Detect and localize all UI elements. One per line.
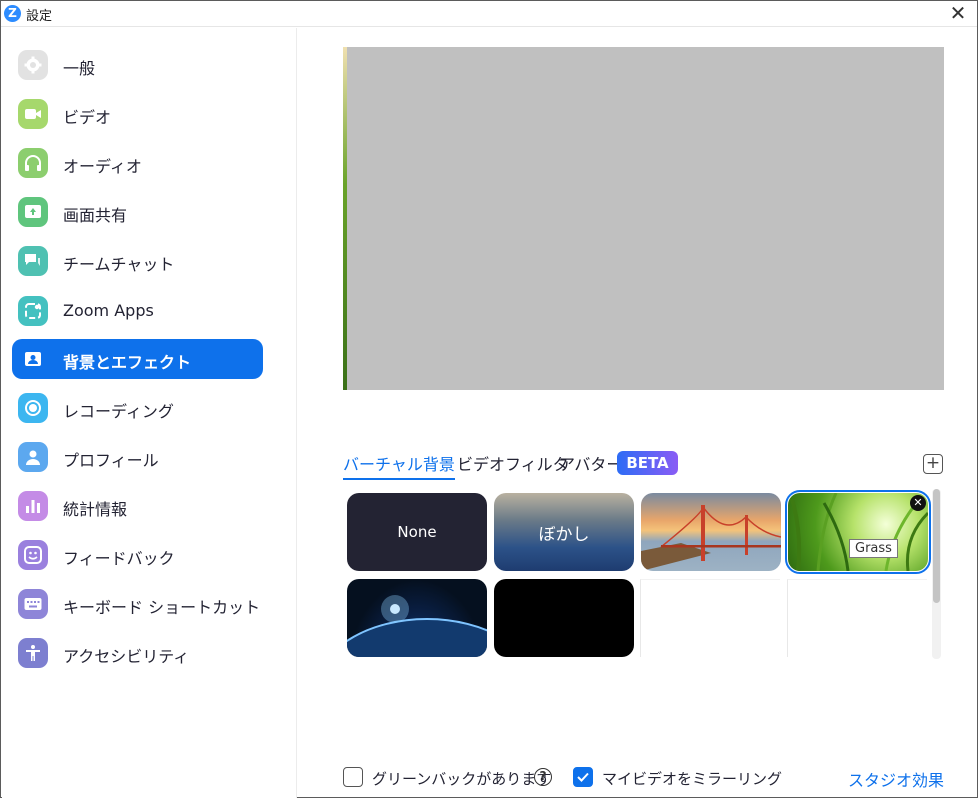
mirror-video-label: マイビデオをミラーリング (602, 770, 783, 788)
green-screen-label: グリーンバックがあります (372, 770, 552, 788)
tab-video-filter[interactable]: ビデオフィルタ (457, 451, 569, 475)
sidebar-item-label: 一般 (63, 59, 96, 78)
thumbnail-label: None (397, 523, 437, 541)
settings-window: Z 設定 ✕ 一般 ビデオ オーディオ 画面共有 チームチャット Zoom Ap… (0, 0, 978, 798)
sidebar-item-label: Zoom Apps (63, 301, 154, 320)
sidebar-item-label: ビデオ (63, 108, 112, 127)
thumbnail-black[interactable] (494, 579, 634, 657)
sidebar-item-keyboard-shortcuts[interactable]: キーボード ショートカット (12, 584, 263, 624)
thumbnail-earth[interactable] (347, 579, 487, 657)
thumbnail-blur[interactable]: ぼかし (494, 493, 634, 571)
accessibility-icon (18, 638, 48, 668)
sidebar-item-zoom-apps[interactable]: Zoom Apps (12, 291, 263, 331)
smiley-icon (18, 540, 48, 570)
thumbnail-empty (640, 579, 780, 657)
thumbnail-label: ぼかし (538, 524, 590, 545)
video-preview (343, 47, 944, 390)
thumbnail-grass[interactable]: ✕ Grass (785, 490, 931, 574)
record-icon (18, 393, 48, 423)
scrollbar-thumb[interactable] (933, 489, 940, 603)
share-screen-icon (18, 197, 48, 227)
bottom-options: グリーンバックがあります ? マイビデオをミラーリング スタジオ効果 (343, 767, 944, 791)
background-grid: None ぼかし ✕ Grass (343, 489, 933, 659)
thumbnail-empty (787, 579, 927, 657)
thumbnail-tooltip: Grass (849, 539, 898, 558)
sidebar-item-label: アクセシビリティ (63, 647, 190, 666)
sidebar: 一般 ビデオ オーディオ 画面共有 チームチャット Zoom Apps 背景とエ… (2, 28, 297, 798)
tab-virtual-background[interactable]: バーチャル背景 (343, 451, 455, 480)
sidebar-item-accessibility[interactable]: アクセシビリティ (12, 633, 263, 673)
sidebar-item-label: 統計情報 (63, 500, 128, 519)
studio-effects-link[interactable]: スタジオ効果 (848, 767, 944, 791)
headphones-icon (18, 148, 48, 178)
sidebar-item-profile[interactable]: プロフィール (12, 437, 263, 477)
grid-scrollbar[interactable] (932, 489, 941, 659)
thumbnail-golden-gate[interactable] (641, 493, 781, 571)
help-icon[interactable]: ? (534, 768, 552, 786)
title-bar: Z 設定 ✕ (1, 1, 977, 27)
profile-icon (18, 442, 48, 472)
sidebar-item-label: 画面共有 (63, 206, 128, 225)
tab-avatar[interactable]: アバター (559, 451, 622, 475)
close-button[interactable]: ✕ (947, 3, 969, 25)
sidebar-item-label: フィードバック (63, 549, 175, 568)
sidebar-item-label: 背景とエフェクト (63, 353, 192, 372)
bridge-image (641, 504, 781, 571)
sidebar-item-general[interactable]: 一般 (12, 45, 263, 85)
window-title: 設定 (26, 9, 53, 24)
sidebar-item-statistics[interactable]: 統計情報 (12, 486, 263, 526)
sidebar-item-share-screen[interactable]: 画面共有 (12, 192, 263, 232)
sidebar-item-audio[interactable]: オーディオ (12, 143, 263, 183)
sidebar-item-label: オーディオ (63, 157, 142, 176)
sidebar-item-background-effects[interactable]: 背景とエフェクト (12, 339, 263, 379)
preview-edge-background (343, 47, 347, 390)
grass-image (790, 493, 928, 571)
statistics-icon (18, 491, 48, 521)
gear-icon (18, 50, 48, 80)
sidebar-item-label: レコーディング (63, 402, 174, 421)
mirror-video-checkbox[interactable] (573, 767, 593, 787)
sidebar-item-label: チームチャット (63, 255, 175, 274)
zoom-logo-icon: Z (4, 5, 21, 22)
sidebar-item-team-chat[interactable]: チームチャット (12, 241, 263, 281)
add-background-button[interactable]: + (923, 454, 943, 474)
keyboard-icon (18, 589, 48, 619)
earth-image (347, 595, 487, 657)
sidebar-item-video[interactable]: ビデオ (12, 94, 263, 134)
background-icon (18, 344, 48, 374)
beta-badge: BETA (617, 451, 678, 475)
chat-icon (18, 246, 48, 276)
sidebar-item-label: キーボード ショートカット (63, 598, 261, 617)
sidebar-item-feedback[interactable]: フィードバック (12, 535, 263, 575)
sidebar-item-label: プロフィール (63, 451, 159, 470)
remove-background-icon[interactable]: ✕ (910, 495, 926, 511)
sidebar-item-recording[interactable]: レコーディング (12, 388, 263, 428)
video-camera-icon (18, 99, 48, 129)
apps-icon (18, 296, 48, 326)
thumbnail-none[interactable]: None (347, 493, 487, 571)
checkmark-icon (577, 772, 589, 782)
green-screen-checkbox[interactable] (343, 767, 363, 787)
